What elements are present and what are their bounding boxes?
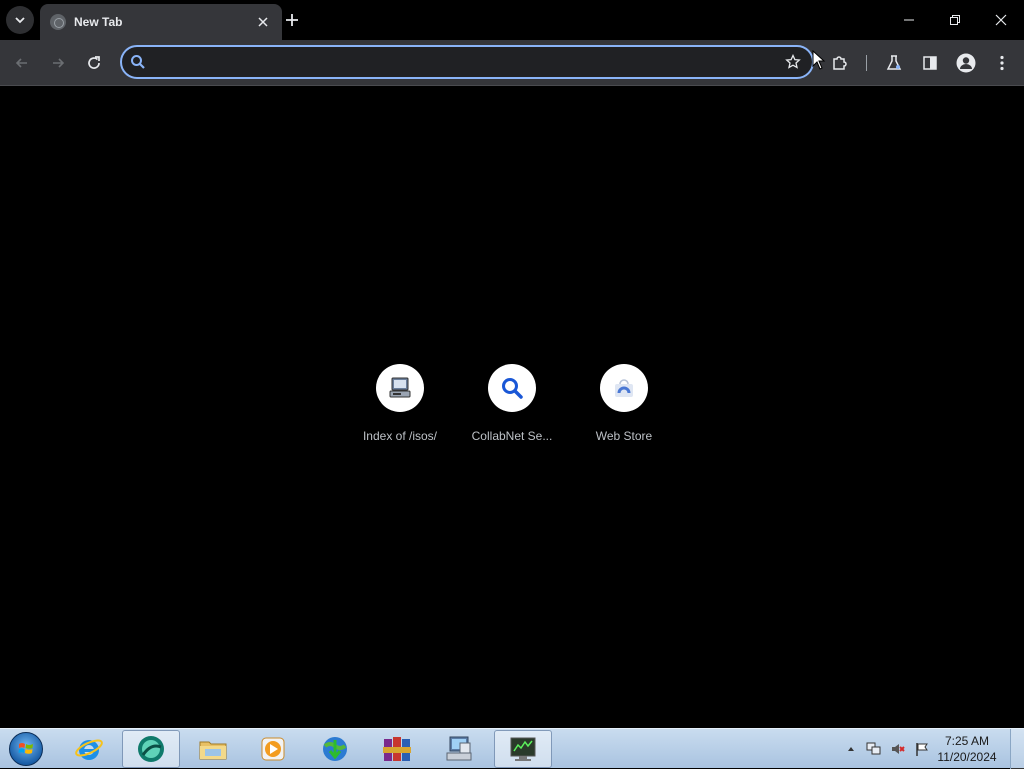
show-hidden-icons-button[interactable] [843, 741, 859, 757]
volume-tray-icon[interactable] [890, 741, 906, 757]
action-center-tray-icon[interactable] [914, 741, 930, 757]
taskbar-app-media-player[interactable] [244, 730, 302, 768]
taskbar-app-file-explorer[interactable] [184, 730, 242, 768]
shortcut-tile[interactable]: Web Store [568, 364, 680, 454]
web-store-icon [615, 379, 633, 397]
close-window-button[interactable] [978, 0, 1024, 40]
tab-title: New Tab [74, 15, 123, 29]
show-desktop-button[interactable] [1010, 729, 1024, 769]
close-icon [258, 17, 268, 27]
taskbar-app-chrome[interactable] [122, 730, 180, 768]
back-button[interactable] [8, 49, 36, 77]
folder-icon [199, 741, 227, 760]
puzzle-icon [833, 56, 847, 70]
windows-logo-icon [9, 732, 43, 766]
browser-app-icon [138, 736, 164, 762]
close-icon [995, 14, 1007, 26]
mouse-cursor-icon [812, 50, 826, 70]
tab-new-tab[interactable]: New Tab [40, 4, 282, 40]
bookmark-star-button[interactable] [782, 51, 804, 73]
taskbar-app-download-manager[interactable] [306, 730, 364, 768]
clock-time: 7:25 AM [944, 734, 990, 748]
star-icon [785, 54, 801, 69]
taskbar-clock[interactable]: 7:25 AM 11/20/2024 [932, 733, 1002, 765]
toolbar-separator [866, 55, 867, 71]
browser-toolbar [0, 40, 1024, 86]
forward-button[interactable] [44, 49, 72, 77]
arrow-left-icon [15, 58, 27, 68]
search-icon [502, 378, 523, 399]
side-panel-icon [923, 56, 937, 70]
plus-icon [286, 14, 298, 26]
tab-strip: New Tab [0, 0, 1024, 40]
flag-icon [916, 743, 928, 756]
flask-icon [886, 55, 902, 70]
taskbar-app-winrar[interactable] [368, 730, 426, 768]
shortcut-label: Index of /isos/ [362, 429, 438, 443]
taskbar-app-system-monitor[interactable] [494, 730, 552, 768]
network-icon [866, 742, 881, 755]
speaker-muted-icon [892, 744, 905, 754]
shortcut-icon-container [376, 364, 424, 412]
server-computer-icon [389, 377, 411, 398]
taskbar-app-network-computer[interactable] [430, 730, 488, 768]
new-tab-button[interactable] [280, 8, 304, 32]
network-tray-icon[interactable] [866, 741, 882, 757]
shortcut-label: CollabNet Se... [471, 429, 553, 443]
restore-icon [950, 15, 960, 25]
new-tab-page: Index of /isos/ CollabNet Se... Web Stor… [0, 87, 1024, 728]
address-input[interactable] [154, 54, 782, 70]
tab-close-button[interactable] [254, 13, 272, 31]
start-button[interactable] [6, 731, 46, 767]
shortcut-label: Web Store [595, 429, 653, 443]
minimize-button[interactable] [886, 0, 932, 40]
tab-search-button[interactable] [6, 6, 34, 34]
taskbar-app-internet-explorer[interactable] [60, 730, 118, 768]
avatar-icon [956, 53, 976, 73]
archive-books-icon [383, 737, 411, 761]
globe-download-icon [323, 737, 347, 761]
search-icon [131, 55, 145, 69]
labs-button[interactable] [880, 49, 908, 77]
internet-explorer-icon [75, 739, 103, 760]
shortcut-tile[interactable]: CollabNet Se... [456, 364, 568, 454]
taskbar: 7:25 AM 11/20/2024 [0, 728, 1024, 769]
menu-button[interactable] [988, 49, 1016, 77]
globe-icon [50, 14, 66, 30]
media-player-icon [261, 737, 285, 761]
side-panel-button[interactable] [916, 49, 944, 77]
shortcut-icon-container [488, 364, 536, 412]
address-bar[interactable] [120, 45, 814, 79]
shortcut-icon-container [600, 364, 648, 412]
system-monitor-icon [510, 737, 536, 761]
kebab-menu-icon [1000, 55, 1004, 71]
network-computer-icon [446, 736, 472, 761]
arrow-right-icon [53, 58, 65, 68]
profile-button[interactable] [952, 49, 980, 77]
reload-button[interactable] [80, 49, 108, 77]
browser-window: New Tab Index of /isos/ CollabNet Se... … [0, 0, 1024, 728]
extensions-button[interactable] [826, 49, 854, 77]
restore-button[interactable] [932, 0, 978, 40]
minimize-icon [904, 19, 914, 21]
shortcut-tile[interactable]: Index of /isos/ [344, 364, 456, 454]
chevron-up-icon [848, 747, 854, 751]
reload-icon [88, 56, 100, 69]
chevron-down-icon [15, 17, 25, 24]
clock-date: 11/20/2024 [937, 750, 997, 764]
